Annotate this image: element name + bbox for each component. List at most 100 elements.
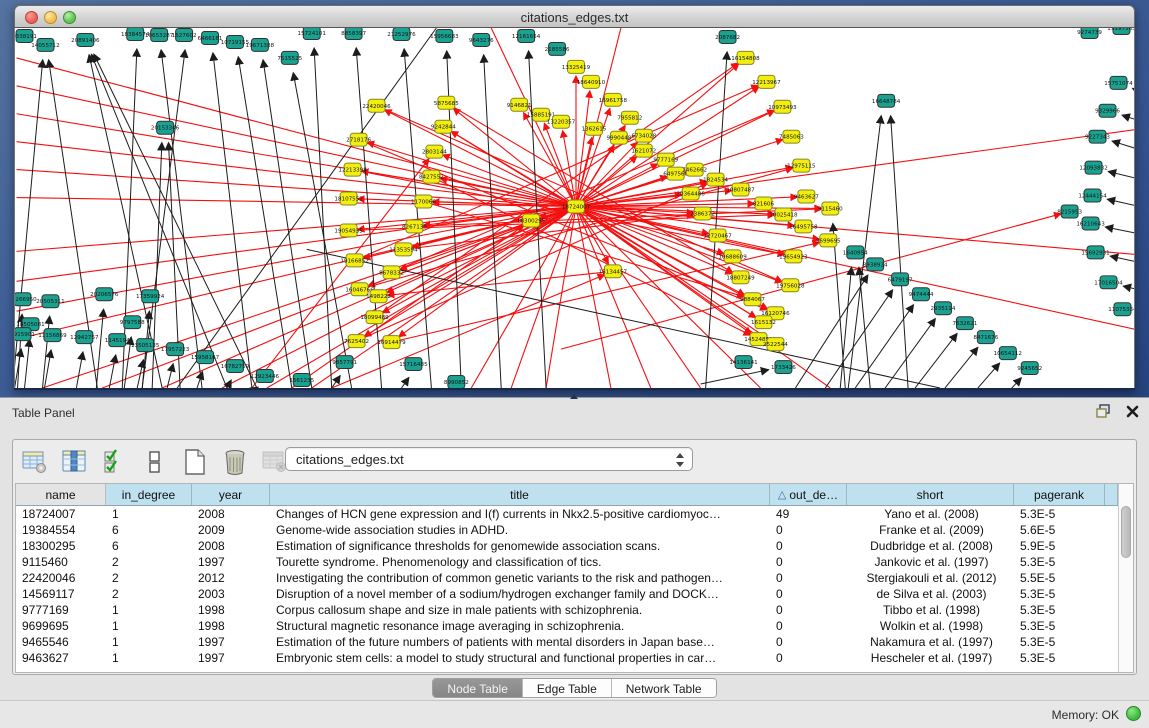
cell-pagerank[interactable]: 5.3E-5 xyxy=(1014,651,1105,665)
cell-in_degree[interactable]: 1 xyxy=(106,619,192,633)
cell-year[interactable]: 2008 xyxy=(192,539,270,553)
table-row[interactable]: 1456911722003Disruption of a novel membe… xyxy=(16,586,1118,602)
table-row[interactable]: 946554611997Estimation of the future num… xyxy=(16,634,1118,650)
cell-out_de[interactable]: 0 xyxy=(770,603,847,617)
cell-name[interactable]: 9115460 xyxy=(16,555,106,569)
cell-pagerank[interactable]: 5.9E-5 xyxy=(1014,539,1105,553)
cell-out_de[interactable]: 0 xyxy=(770,571,847,585)
cell-out_de[interactable]: 0 xyxy=(770,523,847,537)
cell-in_degree[interactable]: 2 xyxy=(106,571,192,585)
cell-title[interactable]: Embryonic stem cells: a model to study s… xyxy=(270,651,770,665)
cell-in_degree[interactable]: 1 xyxy=(106,603,192,617)
cell-short[interactable]: de Silva et al. (2003) xyxy=(847,587,1014,601)
cell-out_de[interactable]: 0 xyxy=(770,619,847,633)
table-mode-icon[interactable] xyxy=(141,448,169,476)
delete-table-icon[interactable] xyxy=(221,448,249,476)
table-header-row[interactable]: namein_degreeyeartitle△out_de…shortpager… xyxy=(16,484,1118,506)
cell-title[interactable]: Disruption of a novel member of a sodium… xyxy=(270,587,770,601)
cell-out_de[interactable]: 0 xyxy=(770,635,847,649)
network-canvas[interactable]: 1872400718300295224200462718176122133981… xyxy=(14,28,1135,388)
cell-name[interactable]: 18300295 xyxy=(16,539,106,553)
cell-year[interactable]: 2012 xyxy=(192,571,270,585)
column-header-pagerank[interactable]: pagerank xyxy=(1014,484,1105,505)
column-header-name[interactable]: name xyxy=(16,484,106,505)
table-row[interactable]: 977716911998Corpus callosum shape and si… xyxy=(16,602,1118,618)
cell-title[interactable]: Changes of HCN gene expression and I(f) … xyxy=(270,507,770,521)
cell-name[interactable]: 19384554 xyxy=(16,523,106,537)
cell-in_degree[interactable]: 1 xyxy=(106,635,192,649)
tab-node-table[interactable]: Node Table xyxy=(433,679,523,697)
table-row[interactable]: 2242004622012Investigating the contribut… xyxy=(16,570,1118,586)
cell-short[interactable]: Wolkin et al. (1998) xyxy=(847,619,1014,633)
cell-year[interactable]: 1997 xyxy=(192,555,270,569)
cell-pagerank[interactable]: 5.3E-5 xyxy=(1014,603,1105,617)
window-titlebar[interactable]: citations_edges.txt xyxy=(14,5,1135,28)
panel-splitter-handle[interactable] xyxy=(570,394,578,399)
table-row[interactable]: 911546021997Tourette syndrome. Phenomeno… xyxy=(16,554,1118,570)
cell-year[interactable]: 1998 xyxy=(192,603,270,617)
vertical-scrollbar[interactable] xyxy=(1118,484,1133,672)
cell-out_de[interactable]: 0 xyxy=(770,555,847,569)
column-header-year[interactable]: year xyxy=(192,484,270,505)
cell-short[interactable]: Dudbridge et al. (2008) xyxy=(847,539,1014,553)
table-row[interactable]: 969969511998Structural magnetic resonanc… xyxy=(16,618,1118,634)
float-panel-icon[interactable] xyxy=(1096,404,1112,423)
tab-edge-table[interactable]: Edge Table xyxy=(523,679,612,697)
cell-year[interactable]: 1998 xyxy=(192,619,270,633)
new-table-icon[interactable] xyxy=(181,448,209,476)
tab-network-table[interactable]: Network Table xyxy=(612,679,716,697)
cell-year[interactable]: 1997 xyxy=(192,651,270,665)
cell-name[interactable]: 9463627 xyxy=(16,651,106,665)
cell-short[interactable]: Nakamura et al. (1997) xyxy=(847,635,1014,649)
table-row[interactable]: 1830029562008Estimation of significance … xyxy=(16,538,1118,554)
cell-name[interactable]: 14569117 xyxy=(16,587,106,601)
cell-short[interactable]: Yano et al. (2008) xyxy=(847,507,1014,521)
table-select-dropdown[interactable]: citations_edges.txt xyxy=(285,447,693,471)
cell-pagerank[interactable]: 5.5E-5 xyxy=(1014,571,1105,585)
cell-name[interactable]: 22420046 xyxy=(16,571,106,585)
cell-pagerank[interactable]: 5.3E-5 xyxy=(1014,635,1105,649)
cell-in_degree[interactable]: 6 xyxy=(106,539,192,553)
cell-title[interactable]: Genome-wide association studies in ADHD. xyxy=(270,523,770,537)
column-header-in_degree[interactable]: in_degree xyxy=(106,484,192,505)
cell-in_degree[interactable]: 2 xyxy=(106,587,192,601)
cell-in_degree[interactable]: 6 xyxy=(106,523,192,537)
column-header-title[interactable]: title xyxy=(270,484,770,505)
close-panel-icon[interactable] xyxy=(1126,405,1139,423)
cell-title[interactable]: Corpus callosum shape and size in male p… xyxy=(270,603,770,617)
table-row[interactable]: 1872400712008Changes of HCN gene express… xyxy=(16,506,1118,522)
cell-out_de[interactable]: 0 xyxy=(770,587,847,601)
cell-year[interactable]: 2003 xyxy=(192,587,270,601)
cell-name[interactable]: 9699695 xyxy=(16,619,106,633)
cell-in_degree[interactable]: 2 xyxy=(106,555,192,569)
table-row[interactable]: 946362711997Embryonic stem cells: a mode… xyxy=(16,650,1118,666)
cell-name[interactable]: 9777169 xyxy=(16,603,106,617)
cell-pagerank[interactable]: 5.3E-5 xyxy=(1014,619,1105,633)
column-header-out_de[interactable]: △out_de… xyxy=(770,484,847,505)
cell-title[interactable]: Estimation of the future numbers of pati… xyxy=(270,635,770,649)
cell-short[interactable]: Hescheler et al. (1997) xyxy=(847,651,1014,665)
cell-title[interactable]: Tourette syndrome. Phenomenology and cla… xyxy=(270,555,770,569)
cell-short[interactable]: Stergiakouli et al. (2012) xyxy=(847,571,1014,585)
table-settings-icon[interactable] xyxy=(21,448,49,476)
cell-title[interactable]: Estimation of significance thresholds fo… xyxy=(270,539,770,553)
cell-title[interactable]: Investigating the contribution of common… xyxy=(270,571,770,585)
cell-in_degree[interactable]: 1 xyxy=(106,651,192,665)
cell-year[interactable]: 2009 xyxy=(192,523,270,537)
cell-short[interactable]: Tibbo et al. (1998) xyxy=(847,603,1014,617)
cell-pagerank[interactable]: 5.3E-5 xyxy=(1014,507,1105,521)
cell-pagerank[interactable]: 5.3E-5 xyxy=(1014,587,1105,601)
cell-year[interactable]: 1997 xyxy=(192,635,270,649)
cell-name[interactable]: 9465546 xyxy=(16,635,106,649)
cell-pagerank[interactable]: 5.6E-5 xyxy=(1014,523,1105,537)
cell-out_de[interactable]: 49 xyxy=(770,507,847,521)
column-header-short[interactable]: short xyxy=(847,484,1014,505)
citation-network-graph[interactable]: 1872400718300295224200462718176122133981… xyxy=(15,28,1135,388)
cell-out_de[interactable]: 0 xyxy=(770,539,847,553)
table-body[interactable]: 1872400712008Changes of HCN gene express… xyxy=(16,506,1118,666)
cell-pagerank[interactable]: 5.3E-5 xyxy=(1014,555,1105,569)
cell-out_de[interactable]: 0 xyxy=(770,651,847,665)
scrollbar-thumb[interactable] xyxy=(1121,506,1131,558)
cell-title[interactable]: Structural magnetic resonance image aver… xyxy=(270,619,770,633)
cell-short[interactable]: Franke et al. (2009) xyxy=(847,523,1014,537)
